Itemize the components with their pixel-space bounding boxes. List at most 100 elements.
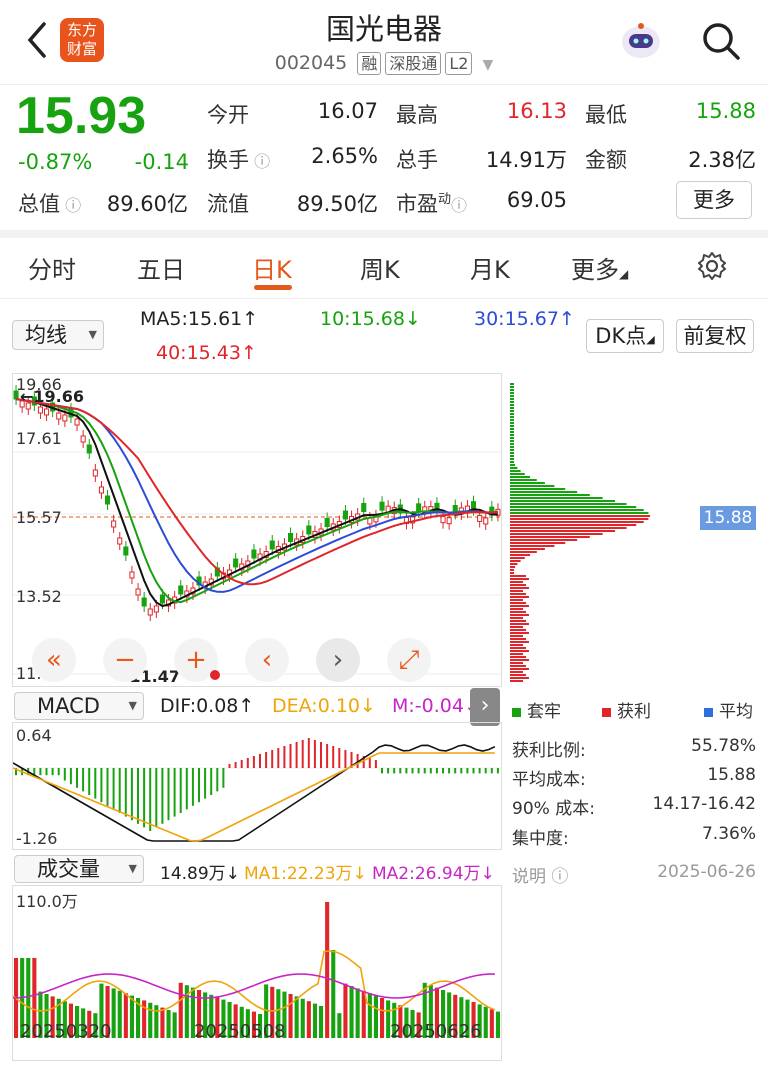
legend-average: 平均 [704, 697, 753, 722]
chip-bar [510, 494, 590, 496]
volume-bar [483, 1006, 488, 1038]
vol-ma1-line [13, 950, 496, 1012]
macd-m: M:-0.04↓ [392, 695, 480, 717]
chip-bar [510, 599, 523, 601]
chip-bar [510, 422, 514, 424]
chip-bar [510, 626, 523, 628]
chip-bar [510, 587, 529, 589]
fullscreen-button[interactable]: ⤢ [387, 638, 431, 682]
candle [379, 501, 385, 511]
chip-bar [510, 389, 514, 391]
candle [251, 549, 257, 559]
chip-bar [510, 488, 566, 490]
caret-down-icon[interactable]: ▼ [482, 57, 493, 73]
chip-bar [510, 509, 644, 511]
chip-bar [510, 518, 649, 520]
more-quote-button[interactable]: 更多 [676, 181, 752, 219]
chip-bar [510, 431, 514, 433]
robot-avatar-icon[interactable] [619, 20, 663, 62]
chip-bar [510, 476, 531, 478]
chip-bar [510, 590, 523, 592]
volume-bar [319, 1006, 324, 1038]
ma5-line [15, 398, 498, 608]
dk-point-button[interactable]: DK点◢ [586, 319, 664, 353]
chip-bar [510, 671, 523, 673]
search-button[interactable] [700, 20, 742, 62]
volume-bar [123, 993, 128, 1038]
candle [135, 588, 141, 596]
volume-bar [343, 983, 348, 1038]
chip-bar [510, 503, 627, 505]
volume-bar [331, 950, 336, 1038]
chip-bar [510, 533, 603, 535]
macd-y-bottom: -1.26 [16, 829, 58, 848]
pe-label[interactable]: 市盈动ⓘ [396, 188, 467, 218]
tab-five-day[interactable]: 五日 [137, 250, 185, 285]
chip-bar [510, 416, 514, 418]
adjust-button[interactable]: 前复权 [676, 319, 754, 353]
candle [288, 533, 294, 542]
candle [342, 510, 348, 520]
tab-intraday[interactable]: 分时 [28, 250, 76, 285]
candle [92, 469, 98, 477]
note-link[interactable]: 说明 ⓘ [512, 862, 568, 887]
last-price: 15.93 [16, 87, 147, 145]
volume-label: 总手 [396, 148, 438, 172]
chip-bar [510, 437, 514, 439]
candle [80, 435, 86, 443]
tab-more[interactable]: 更多◢ [571, 250, 628, 285]
candle [141, 597, 147, 607]
date-label: 20250508 [194, 1021, 286, 1042]
chip-bar [510, 413, 514, 415]
ma40-line [15, 398, 499, 586]
prev-button[interactable]: ‹ [245, 638, 289, 682]
header-divider [0, 84, 768, 85]
candle [37, 406, 43, 414]
kline-y-label: 13.52 [16, 587, 62, 606]
chip-bar [510, 551, 537, 553]
next-button[interactable]: › [316, 638, 360, 682]
indicator-selector[interactable]: 均线 ▼ [12, 320, 104, 350]
legend-trapped: 套牢 [512, 697, 561, 722]
chip-bar [510, 542, 566, 544]
settings-button[interactable] [696, 250, 728, 282]
chip-bar [510, 443, 514, 445]
macd-selector[interactable]: MACD ▼ [14, 692, 144, 720]
tab-daily-k[interactable]: 日K [252, 250, 292, 285]
zoom-out-button[interactable]: − [103, 638, 147, 682]
float-label: 流值 [207, 192, 249, 216]
volume-bar [380, 998, 385, 1038]
turnover-label[interactable]: 换手 ⓘ [207, 144, 270, 174]
high-value: 16.13 [506, 99, 567, 123]
chip-bar [510, 539, 578, 541]
candle [147, 608, 153, 616]
chip-bar [510, 401, 514, 403]
candle [416, 503, 422, 513]
kline-y-label: 17.61 [16, 429, 62, 448]
mktcap-label[interactable]: 总值 ⓘ [18, 188, 81, 218]
volume-bar [117, 990, 122, 1038]
chip-bar [510, 647, 526, 649]
chip-date: 2025-06-26 [657, 862, 756, 882]
notification-dot [210, 670, 220, 680]
volume-ma1: MA1:22.23万↓ [244, 864, 367, 884]
chip-bar [510, 548, 545, 550]
volume-selector[interactable]: 成交量 ▼ [14, 855, 144, 883]
chip-bar [510, 506, 637, 508]
candle [44, 408, 50, 416]
rewind-button[interactable]: « [32, 638, 76, 682]
chip-bar [510, 425, 514, 427]
tag-level2: L2 [445, 52, 473, 75]
low-value: 15.88 [695, 99, 756, 123]
float-value: 89.50亿 [296, 192, 378, 216]
section-divider [0, 230, 768, 238]
high-label: 最高 [396, 103, 438, 127]
tab-monthly-k[interactable]: 月K [470, 250, 510, 285]
tab-weekly-k[interactable]: 周K [360, 250, 400, 285]
legend-profit: 获利 [602, 697, 651, 722]
chip-bar [510, 383, 514, 385]
expand-indicators-button[interactable]: › [470, 688, 500, 726]
candle [117, 537, 123, 545]
chip-bar [510, 410, 514, 412]
volume-bar [160, 1007, 165, 1038]
